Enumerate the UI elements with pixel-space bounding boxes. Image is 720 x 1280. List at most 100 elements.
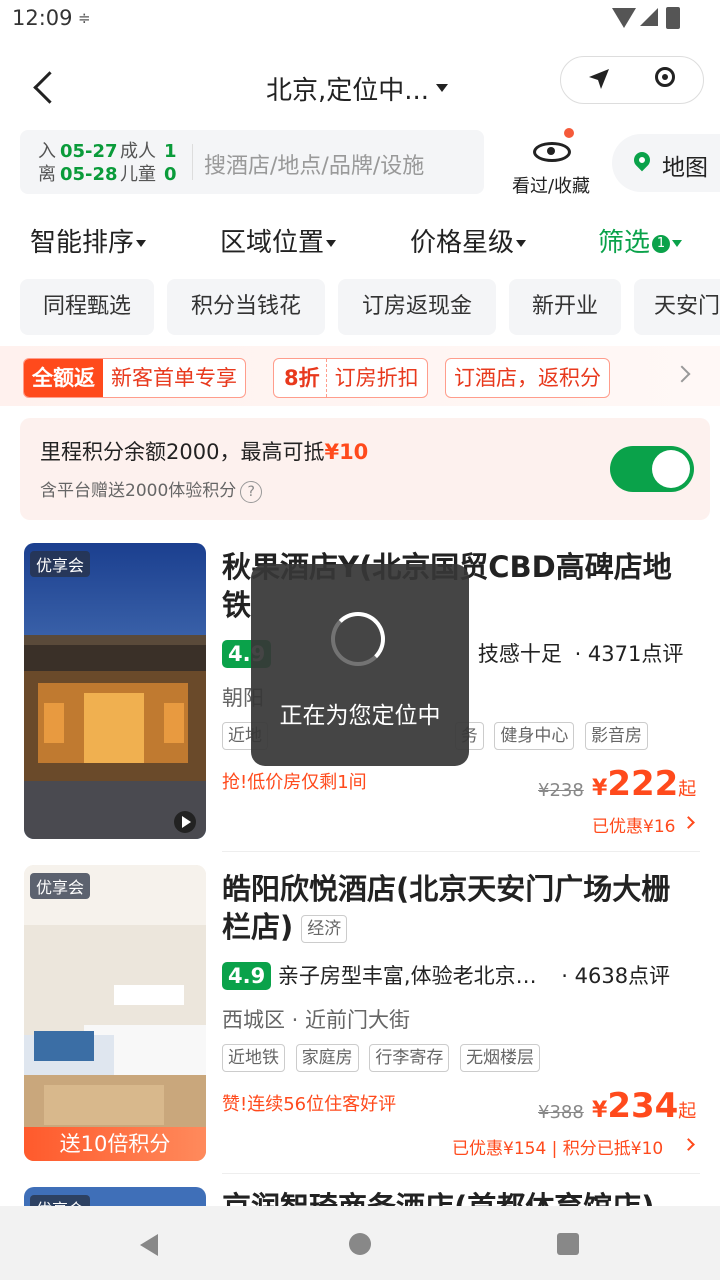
hotel-image[interactable]: 优享会: [24, 543, 206, 839]
promo-tag-text: 新客首单专享: [111, 366, 237, 390]
checkout-label: 离: [38, 164, 56, 185]
hotel-name-line: 皓阳欣悦酒店(北京天安门广场大栅: [222, 872, 671, 906]
saving-info[interactable]: 已优惠¥16: [592, 812, 695, 837]
hotel-highlight: 赞!连续56位住客好评: [222, 1094, 397, 1115]
hotel-price: ¥222起: [592, 764, 696, 804]
points-toggle[interactable]: [610, 446, 694, 492]
system-nav-bar: [0, 1206, 720, 1280]
back-button[interactable]: [28, 66, 68, 110]
nav-recents-icon[interactable]: [557, 1233, 579, 1255]
caret-down-icon: [672, 240, 683, 247]
points-banner: 送10倍积分: [24, 1127, 206, 1161]
review-count: · 4371点评: [574, 642, 684, 666]
facility-tag: 健身中心: [494, 722, 575, 750]
search-input[interactable]: 搜酒店/地点/品牌/设施: [204, 148, 424, 180]
points-card: 里程积分余额2000，最高可抵¥10 含平台赠送2000体验积分?: [20, 418, 710, 520]
eye-icon: [533, 142, 571, 162]
hotel-price: ¥234起: [592, 1086, 696, 1126]
facility-tag: 无烟楼层: [460, 1044, 541, 1072]
chevron-right-icon: [682, 1138, 695, 1151]
saving-info[interactable]: 已优惠¥154 | 积分已抵¥10: [452, 1134, 695, 1159]
points-balance: 里程积分余额2000，最高可抵¥10: [40, 436, 368, 466]
hotel-level-tag: 经济: [301, 915, 348, 943]
chevron-down-icon[interactable]: [436, 84, 448, 92]
map-button[interactable]: 地图: [612, 134, 720, 192]
review-summary: 技感十足: [477, 642, 562, 666]
page-title[interactable]: 北京,定位中...: [266, 70, 429, 107]
facility-tag: 家庭房: [295, 1044, 359, 1072]
sort-price[interactable]: 价格星级: [410, 222, 527, 259]
chip-points-as-cash[interactable]: 积分当钱花: [167, 279, 325, 335]
adult-count: 1: [164, 141, 177, 162]
sort-smart-label: 智能排序: [30, 228, 135, 258]
chevron-right-icon: [682, 816, 695, 829]
toast-message: 正在为您定位中: [279, 703, 441, 729]
filter-count-badge: 1: [652, 234, 671, 253]
help-icon[interactable]: ?: [240, 481, 263, 503]
hotel-name[interactable]: 皓阳欣悦酒店(北京天安门广场大栅 栏店) 经济: [222, 870, 700, 946]
loading-toast: 正在为您定位中: [251, 564, 469, 766]
sort-filter[interactable]: 筛选 1: [598, 222, 683, 259]
status-time: 12:09: [12, 6, 73, 30]
checkout-date: 05-28: [60, 164, 118, 185]
battery-icon: [666, 7, 680, 29]
facility-tag: 影音房: [585, 722, 649, 750]
map-pin-icon: [630, 148, 654, 172]
sort-area[interactable]: 区域位置: [220, 222, 337, 259]
promo-tag-solid: 全额返: [24, 359, 103, 397]
search-bar[interactable]: 入 05-27 成人 1 离 05-28 儿童 0 搜酒店/地点/品牌/设施: [20, 130, 484, 194]
saving-text: 已优惠¥16: [592, 817, 676, 837]
nav-home-icon[interactable]: [349, 1233, 371, 1255]
points-note-text: 含平台赠送2000体验积分: [40, 481, 237, 501]
points-note: 含平台赠送2000体验积分?: [40, 476, 263, 503]
caret-down-icon: [516, 240, 527, 247]
hotel-image[interactable]: 优享会 送10倍积分: [24, 865, 206, 1161]
chevron-right-icon[interactable]: [673, 365, 691, 383]
sort-area-label: 区域位置: [220, 228, 325, 258]
promo-tag-text: 订房折扣: [334, 366, 419, 390]
points-balance-text: 里程积分余额2000，最高可抵: [40, 440, 325, 464]
caret-down-icon: [326, 240, 337, 247]
member-badge: 优享会: [30, 551, 91, 577]
divider: [192, 144, 193, 180]
facility-tag: 近地铁: [222, 1044, 285, 1072]
checkin-date: 05-27: [60, 141, 118, 162]
promo-tag-new-user[interactable]: 全额返 新客首单专享: [23, 358, 246, 398]
chip-cashback[interactable]: 订房返现金: [338, 279, 496, 335]
promo-tag-bold: 8折: [274, 359, 327, 397]
date-guest-selector[interactable]: 入 05-27 成人 1 离 05-28 儿童 0: [38, 140, 177, 186]
nav-back-icon[interactable]: [140, 1234, 158, 1256]
divider: [222, 1173, 700, 1174]
video-icon[interactable]: [174, 811, 196, 833]
chip-tiananmen[interactable]: 天安门: [634, 279, 720, 335]
review-summary: 亲子房型丰富,体验老北京…: [277, 964, 537, 988]
child-count: 0: [164, 164, 177, 185]
notification-dot: [564, 128, 574, 138]
navigation-icon[interactable]: [587, 67, 611, 91]
hotel-location: 西城区 · 近前门大街: [222, 1008, 411, 1032]
promo-banner[interactable]: 全额返 新客首单专享 8折 订房折扣 订酒店，返积分: [0, 346, 720, 406]
currency-symbol: ¥: [592, 776, 608, 801]
price-suffix: 起: [678, 779, 697, 800]
original-price: ¥238: [538, 780, 584, 801]
review-count: · 4638点评: [561, 964, 671, 988]
saving-text: 已优惠¥154 | 积分已抵¥10: [452, 1139, 664, 1159]
facility-tag: 行李寄存: [369, 1044, 450, 1072]
child-label: 儿童: [120, 164, 156, 185]
sort-price-label: 价格星级: [410, 228, 515, 258]
divider: [222, 851, 700, 852]
sort-filter-label: 筛选: [598, 228, 651, 258]
sort-smart[interactable]: 智能排序: [30, 222, 147, 259]
chip-tongcheng-select[interactable]: 同程甄选: [20, 279, 154, 335]
promo-tag-discount[interactable]: 8折 订房折扣: [273, 358, 428, 398]
promo-tag-text: 订酒店，返积分: [454, 366, 601, 390]
points-max-deduct: ¥10: [324, 440, 369, 464]
history-favorites-button[interactable]: 看过/收藏: [506, 128, 596, 198]
member-badge: 优享会: [30, 873, 91, 899]
currency-symbol: ¥: [592, 1098, 608, 1123]
chip-new-open[interactable]: 新开业: [509, 279, 621, 335]
adult-label: 成人: [120, 141, 156, 162]
checkin-label: 入: [38, 141, 56, 162]
promo-tag-points[interactable]: 订酒店，返积分: [445, 358, 610, 398]
target-icon[interactable]: [655, 67, 675, 87]
